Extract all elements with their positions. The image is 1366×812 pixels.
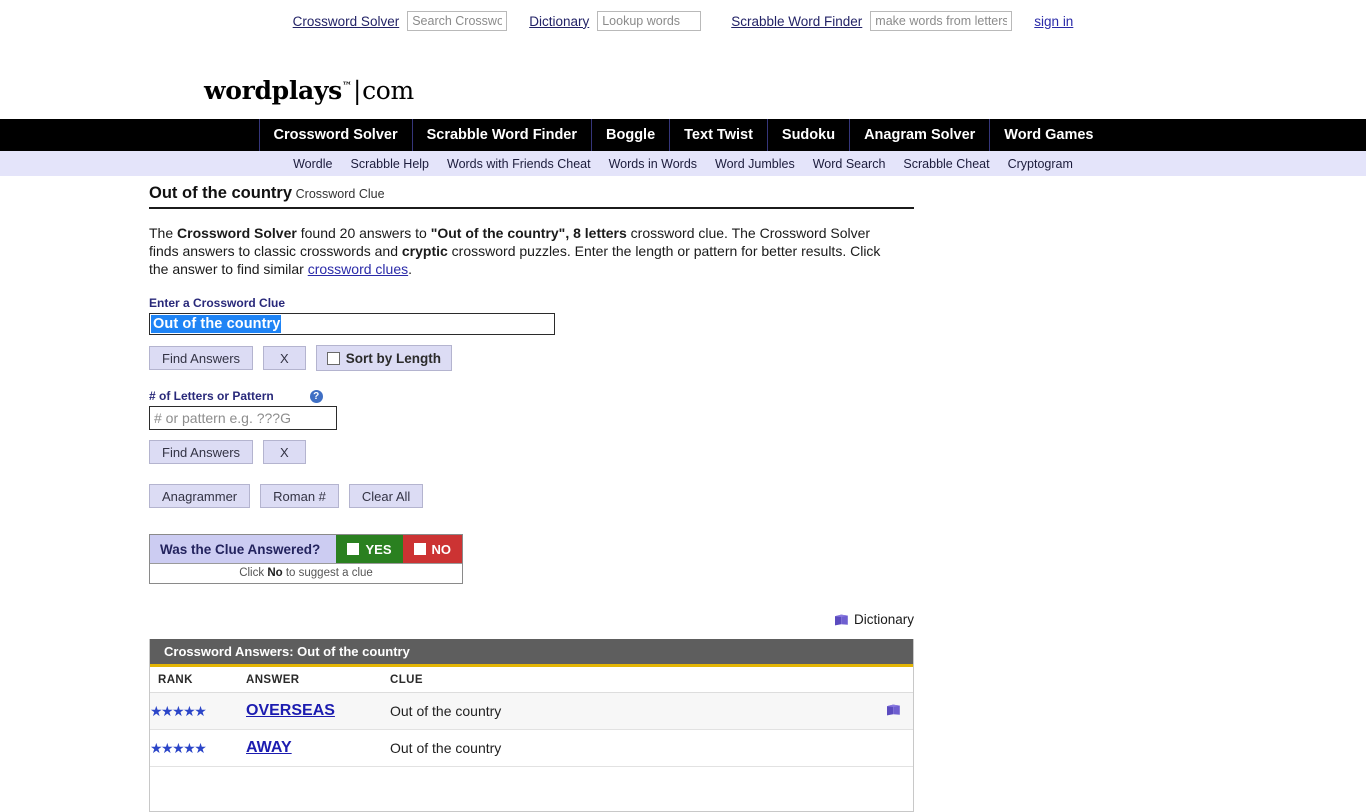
column-header-clue: CLUE [390,667,873,693]
clue-input[interactable]: Out of the country [149,313,555,335]
topbar-dictionary-input[interactable] [597,11,702,31]
subnav-item-words-with-friends-cheat[interactable]: Words with Friends Cheat [447,157,591,171]
anagrammer-button[interactable]: Anagrammer [149,484,251,508]
answered-hint: Click No to suggest a clue [150,563,462,583]
nav-item-boggle[interactable]: Boggle [592,119,671,151]
row-clue-text: Out of the country [390,692,873,730]
table-spacer-row [150,766,913,811]
subnav-item-word-search[interactable]: Word Search [813,157,886,171]
page-content: Out of the country Crossword Clue The Cr… [0,176,1366,812]
clear-clue-button[interactable]: X [263,346,306,370]
sort-by-length-checkbox[interactable] [326,351,340,365]
dictionary-link-label: Dictionary [853,612,914,627]
find-answers-pattern-button[interactable]: Find Answers [149,440,254,464]
column-header-answer: ANSWER [246,667,390,693]
hint-text-2: to suggest a clue [282,567,373,579]
page-title-text: Out of the country [149,184,292,202]
main-navigation: Crossword Solver Scrabble Word Finder Bo… [0,119,1366,151]
book-icon [834,614,849,626]
pattern-field-label: # of Letters or Pattern [149,389,274,403]
subnav-item-word-jumbles[interactable]: Word Jumbles [715,157,795,171]
row-dictionary-icon-cell [873,729,913,767]
nav-item-anagram-solver[interactable]: Anagram Solver [850,119,991,151]
subnav-item-cryptogram[interactable]: Cryptogram [1008,157,1073,171]
intro-paragraph: The Crossword Solver found 20 answers to… [149,224,901,278]
clue-input-value: Out of the country [151,315,282,333]
answers-panel-header: Crossword Answers: Out of the country [150,639,913,667]
clue-field-label: Enter a Crossword Clue [149,296,286,310]
answer-link[interactable]: OVERSEAS [246,702,335,719]
no-checkbox[interactable] [413,543,426,555]
hint-bold: No [267,567,283,579]
rank-stars: ★★★★★ [150,692,246,730]
yes-label: YES [365,541,392,557]
rank-stars: ★★★★★ [150,729,246,767]
page-title: Out of the country Crossword Clue [149,184,914,209]
intro-cryptic-bold: cryptic [401,243,448,259]
logo-brand: wordplays [204,76,342,105]
logo-divider: | [352,76,362,105]
answered-no-button[interactable]: NO [402,535,462,563]
column-header-rank: RANK [150,667,246,693]
answers-table: RANK ANSWER CLUE ★★★★★ OVERSEAS Out of t… [150,667,913,811]
book-icon[interactable] [886,704,901,716]
topbar-scrabble-word-finder-link[interactable]: Scrabble Word Finder [731,14,862,29]
answered-yes-button[interactable]: YES [336,535,403,563]
row-dictionary-icon-cell[interactable] [873,692,913,730]
crossword-clues-link[interactable]: crossword clues [308,261,408,277]
pattern-field-label-row: # of Letters or Pattern ? [149,389,1366,403]
find-answers-button[interactable]: Find Answers [149,346,254,370]
yes-checkbox[interactable] [347,543,360,555]
help-icon[interactable]: ? [309,389,323,403]
roman-numeral-button[interactable]: Roman # [260,484,339,508]
nav-item-text-twist[interactable]: Text Twist [670,119,768,151]
sign-in-link[interactable]: sign in [1034,14,1073,29]
subnav-item-scrabble-help[interactable]: Scrabble Help [350,157,429,171]
hint-text-1: Click [239,567,268,579]
nav-item-scrabble-word-finder[interactable]: Scrabble Word Finder [413,119,593,151]
intro-quote-bold: "Out of the country", 8 letters [430,225,627,241]
topbar-scrabble-input[interactable] [870,11,1013,31]
no-label: NO [431,541,452,557]
topbar-dictionary-link[interactable]: Dictionary [529,14,589,29]
intro-text-2: found 20 answers to [296,225,431,241]
clue-answered-box: Was the Clue Answered? YES NO Click No t… [149,534,463,584]
tools-button-row: Anagrammer Roman # Clear All [149,484,1366,508]
sort-by-length-label: Sort by Length [345,350,441,366]
intro-text-1: The [149,225,178,241]
secondary-navigation: Wordle Scrabble Help Words with Friends … [0,151,1366,176]
page-title-subtitle: Crossword Clue [295,187,385,201]
topbar-crossword-search-input[interactable] [407,11,508,31]
topbar-crossword-solver-link[interactable]: Crossword Solver [293,14,400,29]
intro-solver-bold: Crossword Solver [177,225,297,241]
logo-tld: com [362,76,414,105]
clue-answered-question: Was the Clue Answered? [150,535,337,563]
nav-item-word-games[interactable]: Word Games [990,119,1107,151]
site-logo[interactable]: wordplays™|com [0,40,1366,119]
dictionary-link-row[interactable]: Dictionary [149,612,914,627]
answers-table-header-row: RANK ANSWER CLUE [150,667,913,693]
logo-trademark-icon: ™ [341,81,352,92]
clear-all-button[interactable]: Clear All [348,484,424,508]
pattern-button-row: Find Answers X [149,440,1366,464]
crossword-answers-panel: Crossword Answers: Out of the country RA… [149,639,914,812]
answer-link[interactable]: AWAY [246,739,292,756]
pattern-input[interactable] [149,406,337,430]
nav-item-crossword-solver[interactable]: Crossword Solver [258,119,413,151]
table-row[interactable]: ★★★★★ OVERSEAS Out of the country [150,692,913,730]
top-utility-bar: Crossword Solver Dictionary Scrabble Wor… [0,0,1366,40]
nav-item-sudoku[interactable]: Sudoku [768,119,851,151]
clue-button-row: Find Answers X Sort by Length [149,345,1366,371]
intro-text-5: . [408,261,412,277]
column-header-icon [873,667,913,693]
subnav-item-wordle[interactable]: Wordle [293,157,332,171]
subnav-item-words-in-words[interactable]: Words in Words [609,157,697,171]
clear-pattern-button[interactable]: X [263,440,306,464]
clue-field-label-row: Enter a Crossword Clue [149,296,1366,310]
subnav-item-scrabble-cheat[interactable]: Scrabble Cheat [903,157,989,171]
table-row[interactable]: ★★★★★ AWAY Out of the country [150,729,913,767]
sort-by-length-toggle[interactable]: Sort by Length [315,345,452,371]
row-clue-text: Out of the country [390,729,873,767]
